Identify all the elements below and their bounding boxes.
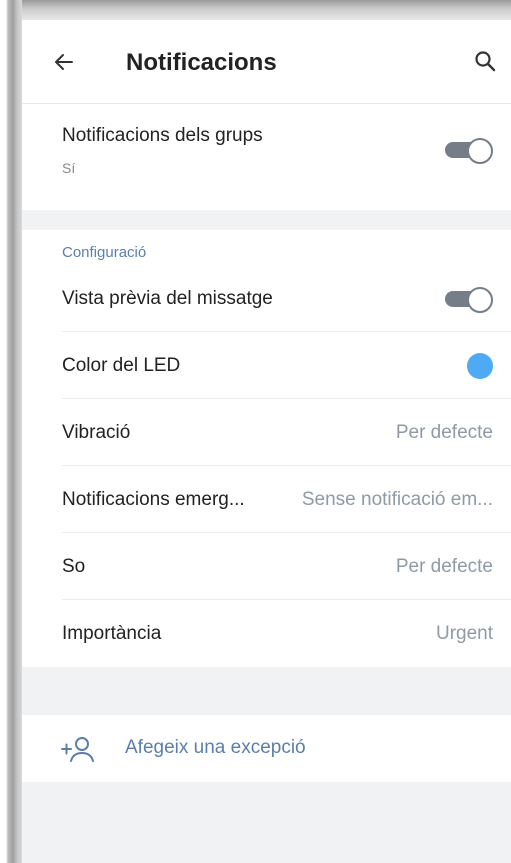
photo-frame-top: [0, 0, 511, 20]
bottom-background: [22, 782, 511, 863]
led-color-row[interactable]: Color del LED: [22, 332, 511, 399]
group-notifications-status: Sí: [62, 160, 76, 176]
sound-row[interactable]: So Per defecte: [22, 533, 511, 600]
add-exception-label: Afegeix una excepció: [125, 737, 306, 758]
led-color-label: Color del LED: [62, 355, 181, 376]
toggle-knob: [467, 138, 493, 164]
add-exception-button[interactable]: Afegeix una excepció: [22, 715, 511, 782]
section-spacer: [22, 667, 511, 715]
settings-section-title: Configuració: [62, 244, 147, 261]
group-notifications-toggle[interactable]: [443, 136, 493, 164]
popup-notifications-value: Sense notificació em...: [301, 489, 493, 510]
message-preview-toggle[interactable]: [443, 285, 493, 313]
importance-row[interactable]: Importància Urgent: [22, 600, 511, 667]
group-notifications-label: Notificacions dels grups: [62, 125, 263, 146]
message-preview-label: Vista prèvia del missatge: [62, 288, 273, 309]
photo-frame-left: [0, 0, 22, 863]
notifications-screen: Notificacions Notificacions dels grups S…: [22, 20, 511, 863]
add-user-icon: [61, 737, 94, 762]
sound-label: So: [62, 556, 86, 577]
page-title: Notificacions: [126, 49, 277, 76]
toggle-knob: [467, 287, 493, 313]
led-color-swatch[interactable]: [467, 353, 493, 379]
section-spacer: [22, 210, 511, 230]
vibration-row[interactable]: Vibració Per defecte: [22, 399, 511, 466]
popup-notifications-label: Notificacions emerg...: [62, 489, 245, 510]
arrow-left-icon[interactable]: [52, 50, 76, 74]
search-icon[interactable]: [473, 49, 497, 73]
vibration-value: Per defecte: [395, 422, 493, 443]
sound-value: Per defecte: [395, 556, 493, 577]
vibration-label: Vibració: [62, 422, 131, 443]
importance-label: Importància: [62, 623, 162, 644]
popup-notifications-row[interactable]: Notificacions emerg... Sense notificació…: [22, 466, 511, 533]
group-notifications-row[interactable]: Notificacions dels grups Sí: [22, 104, 511, 210]
message-preview-row[interactable]: Vista prèvia del missatge: [22, 265, 511, 332]
importance-value: Urgent: [435, 623, 493, 644]
app-bar: Notificacions: [22, 20, 511, 103]
